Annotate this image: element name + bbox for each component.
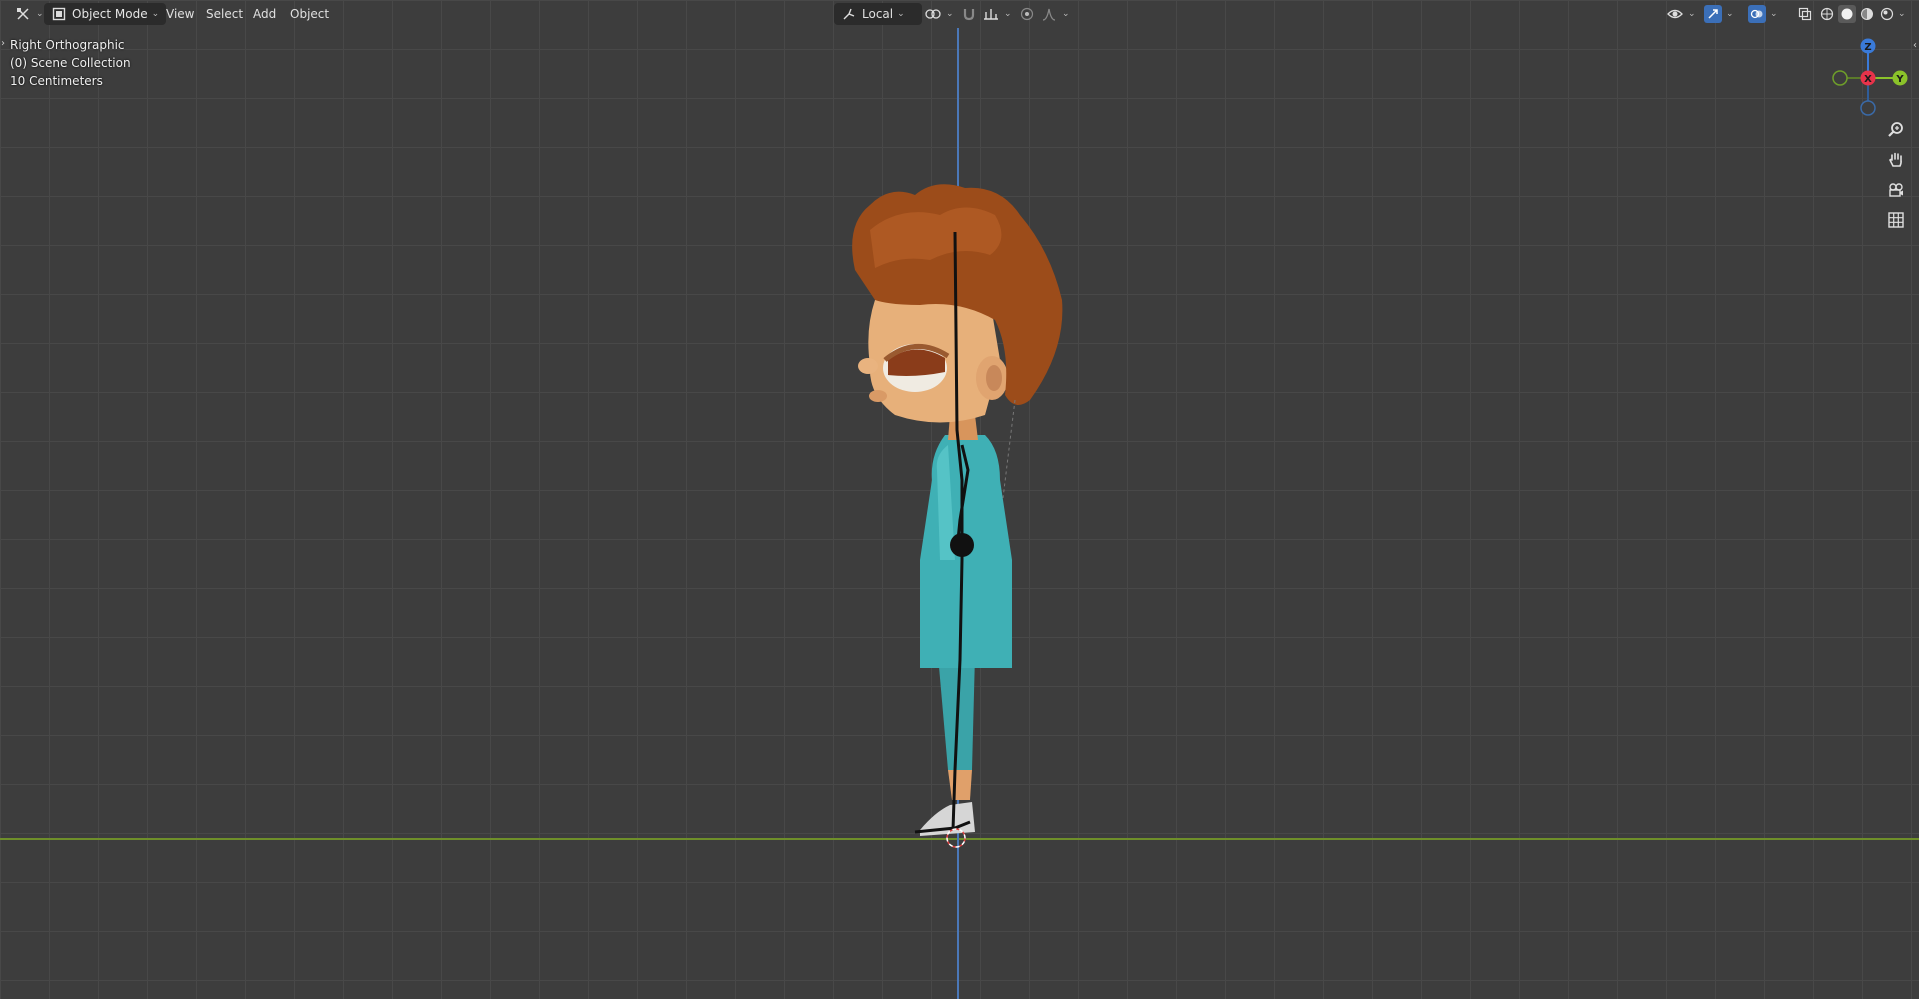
x-label: X bbox=[1864, 74, 1872, 85]
chevron-down-icon: ⌄ bbox=[36, 9, 44, 19]
chevron-down-icon: ⌄ bbox=[946, 9, 954, 19]
chevron-down-icon: ⌄ bbox=[1726, 9, 1734, 19]
visibility-dropdown[interactable]: ⌄ bbox=[1660, 3, 1702, 25]
navigation-tools bbox=[1881, 120, 1911, 234]
chevron-down-icon: ⌄ bbox=[1688, 9, 1696, 19]
z-axis-line bbox=[957, 28, 959, 999]
zoom-button[interactable] bbox=[1884, 120, 1908, 144]
gizmo-toggle[interactable]: ⌄ bbox=[1698, 3, 1740, 25]
transform-orientation-dropdown[interactable]: Local ⌄ bbox=[834, 3, 922, 25]
menu-view[interactable]: View bbox=[160, 3, 200, 25]
menu-select[interactable]: Select bbox=[200, 3, 249, 25]
chevron-down-icon: ⌄ bbox=[1770, 9, 1778, 19]
mode-dropdown[interactable]: Object Mode ⌄ bbox=[44, 3, 166, 25]
menu-add[interactable]: Add bbox=[247, 3, 282, 25]
zoom-icon bbox=[1887, 121, 1905, 143]
solid-icon[interactable] bbox=[1838, 5, 1856, 23]
chevron-down-icon[interactable]: ⌄ bbox=[1898, 9, 1906, 19]
3d-viewport[interactable] bbox=[0, 0, 1919, 999]
collection-name: (0) Scene Collection bbox=[10, 56, 131, 70]
ortho-toggle-button[interactable] bbox=[1884, 210, 1908, 234]
overlay-icon bbox=[1748, 5, 1766, 23]
overlays-toggle[interactable]: ⌄ bbox=[1742, 3, 1784, 25]
transform-tool-icon bbox=[14, 5, 32, 23]
chevron-down-icon: ⌄ bbox=[897, 9, 905, 19]
eye-icon bbox=[1666, 5, 1684, 23]
falloff-icon bbox=[1040, 5, 1058, 23]
chevron-down-icon: ⌄ bbox=[151, 9, 160, 19]
hand-pan-icon bbox=[1887, 151, 1905, 173]
falloff-dropdown[interactable]: ⌄ bbox=[1034, 3, 1076, 25]
z-label: Z bbox=[1864, 42, 1871, 53]
pan-button[interactable] bbox=[1884, 150, 1908, 174]
material-icon[interactable] bbox=[1858, 5, 1876, 23]
increment-icon bbox=[982, 5, 1000, 23]
viewport-header: ⌄ Object Mode ⌄ View Select Add Object L… bbox=[0, 0, 1919, 28]
pivot-icon bbox=[924, 5, 942, 23]
wireframe-icon[interactable] bbox=[1818, 5, 1836, 23]
viewport-info: Right Orthographic (0) Scene Collection … bbox=[10, 36, 131, 90]
gizmo-icon bbox=[1704, 5, 1722, 23]
rendered-icon[interactable] bbox=[1878, 5, 1896, 23]
menu-object[interactable]: Object bbox=[284, 3, 335, 25]
object-mode-icon bbox=[50, 5, 68, 23]
view-name: Right Orthographic bbox=[10, 38, 125, 52]
chevron-down-icon: ⌄ bbox=[1004, 9, 1012, 19]
grid-ortho-icon bbox=[1887, 211, 1905, 233]
camera-icon bbox=[1887, 181, 1905, 203]
shading-modes: ⌄ bbox=[1812, 3, 1912, 25]
blender-app: ⌄ Object Mode ⌄ View Select Add Object L… bbox=[0, 0, 1919, 999]
neg-z-axis-handle[interactable] bbox=[1860, 100, 1876, 116]
sidebar-expand-icon[interactable]: ‹ bbox=[1913, 40, 1917, 51]
navigation-gizmo[interactable]: Z Y X bbox=[1820, 36, 1910, 116]
toolbar-expand-icon[interactable]: › bbox=[1, 38, 5, 49]
grid-scale: 10 Centimeters bbox=[10, 74, 103, 88]
neg-y-axis-handle[interactable] bbox=[1832, 70, 1848, 86]
chevron-down-icon: ⌄ bbox=[1062, 9, 1070, 19]
orientation-label: Local bbox=[862, 7, 894, 21]
y-label: Y bbox=[1895, 74, 1904, 85]
y-axis-line bbox=[0, 838, 1919, 840]
mode-label: Object Mode bbox=[72, 7, 148, 21]
camera-view-button[interactable] bbox=[1884, 180, 1908, 204]
orientation-icon bbox=[840, 5, 858, 23]
